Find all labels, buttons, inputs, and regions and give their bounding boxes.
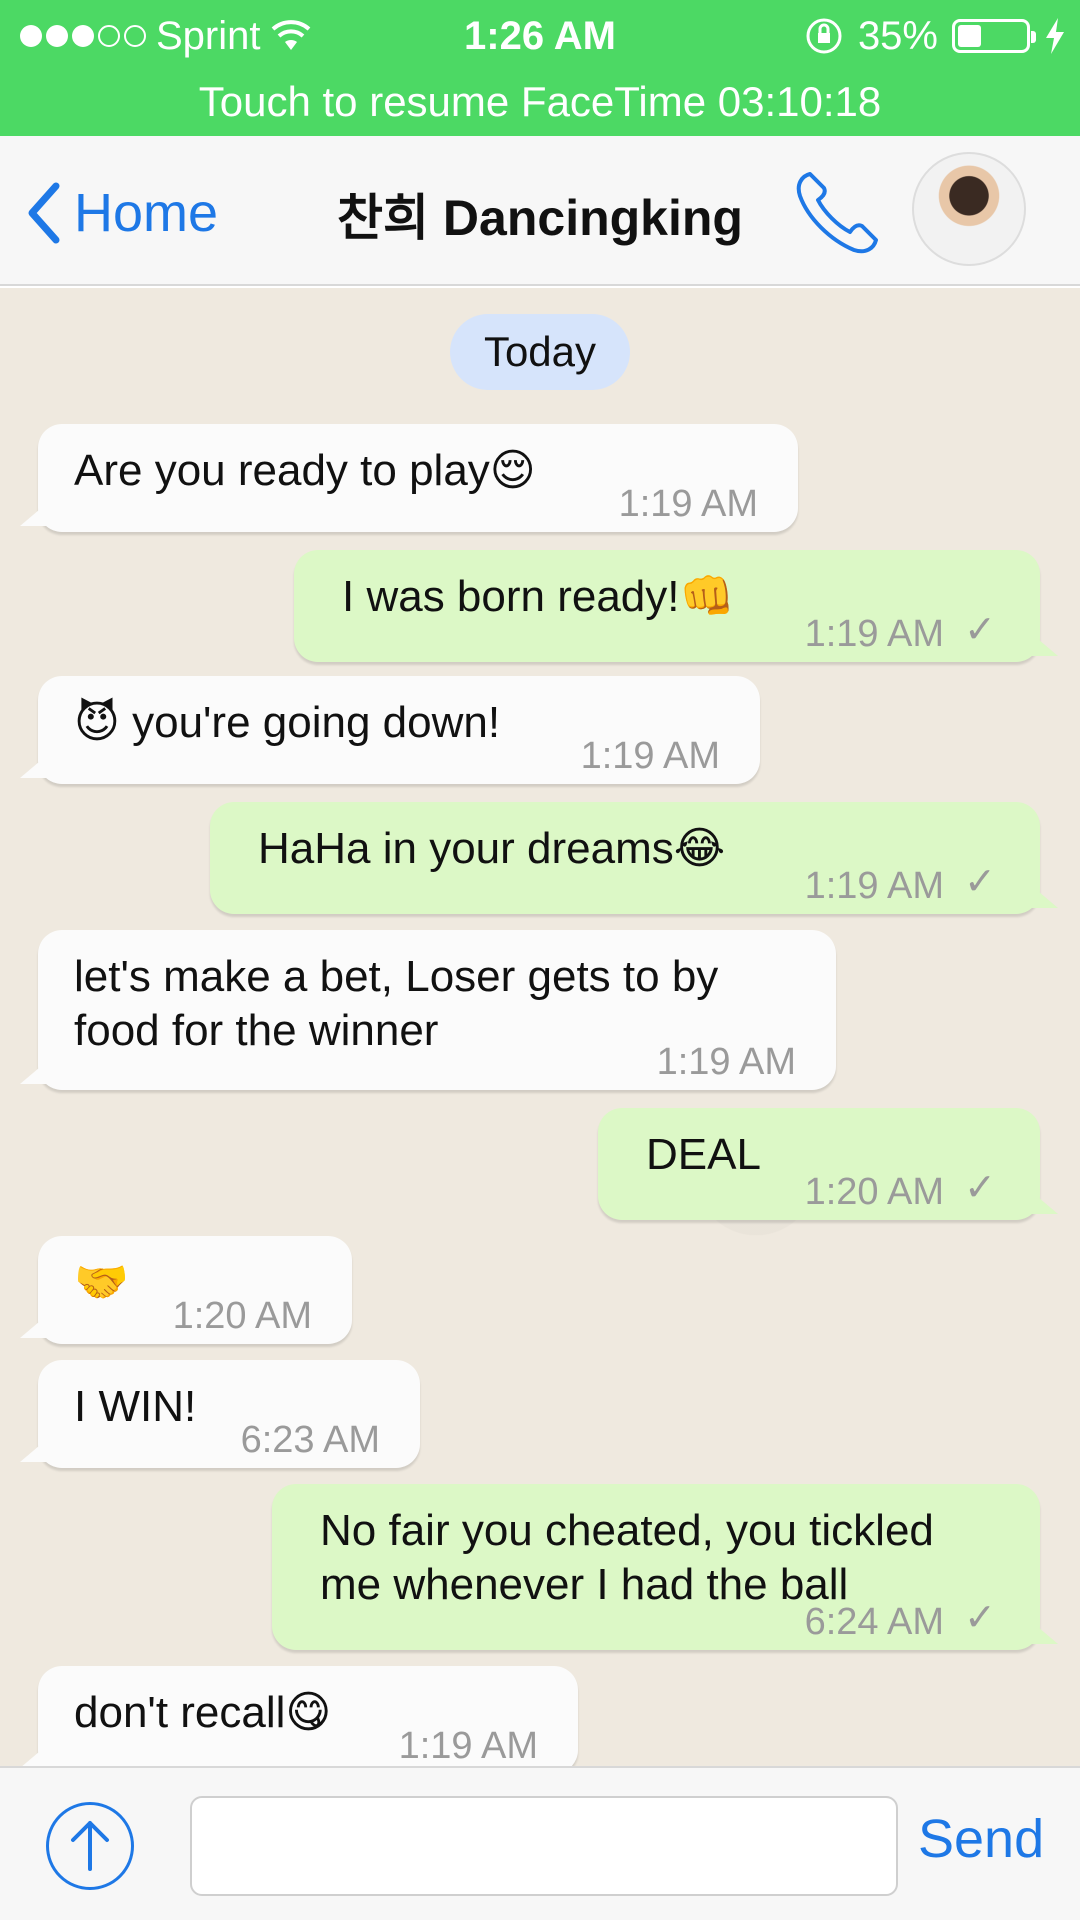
message-time: 1:19 AM [804,613,944,655]
status-bar: Sprint 1:26 AM 35% [0,0,1080,72]
read-check-icon: ✓ [964,609,996,651]
message-bubble[interactable]: 😈 you're going down! 1:19 AM [20,676,760,784]
message-bubble[interactable]: let's make a bet, Loser gets to by food … [20,930,836,1090]
battery-icon [952,19,1036,53]
phone-call-icon[interactable] [788,162,888,262]
message-bubble[interactable]: 🤝 1:20 AM [20,1236,352,1344]
send-button[interactable]: Send [918,1808,1044,1870]
charging-bolt-icon [1046,18,1064,54]
message-time: 1:19 AM [804,865,944,907]
chat-area[interactable]: Today Are you ready to play😌 1:19 AM I w… [0,288,1080,1766]
chat-title: 찬희 Dancingking [337,190,743,246]
date-separator: Today [450,314,630,390]
status-right-group: 35% [804,14,1066,58]
message-time: 1:19 AM [656,1041,796,1083]
facetime-resume-banner[interactable]: Touch to resume FaceTime 03:10:18 [0,72,1080,132]
composer-bar: Send [0,1766,1080,1920]
battery-percent: 35% [857,13,938,58]
read-check-icon: ✓ [964,1167,996,1209]
chevron-left-icon [28,182,60,244]
message-time: 1:20 AM [172,1295,312,1337]
message-bubble[interactable]: don't recall😋 1:19 AM [20,1666,578,1766]
message-bubble[interactable]: I was born ready!👊 1:19 AM ✓ [294,550,1058,662]
battery-fill [958,25,982,47]
message-bubble[interactable]: I WIN! 6:23 AM [20,1360,420,1468]
nav-bar: Home 찬희 Dancingking [0,136,1080,286]
status-bar-area: Sprint 1:26 AM 35% Touch to resume FaceT… [0,0,1080,136]
message-time: 1:19 AM [398,1725,538,1766]
contact-avatar[interactable] [912,152,1026,266]
message-bubble[interactable]: DEAL 1:20 AM ✓ [598,1108,1058,1220]
message-time: 6:24 AM [804,1601,944,1643]
message-bubble[interactable]: Are you ready to play😌 1:19 AM [20,424,798,532]
read-check-icon: ✓ [964,1597,996,1639]
read-check-icon: ✓ [964,861,996,903]
back-button[interactable]: Home [26,176,218,250]
message-time: 1:20 AM [804,1171,944,1213]
orientation-lock-icon [806,18,842,54]
back-label: Home [74,183,219,243]
upload-button[interactable] [46,1802,134,1890]
message-time: 6:23 AM [240,1419,380,1461]
arrow-up-icon [71,1821,109,1871]
message-bubble[interactable]: HaHa in your dreams😂 1:19 AM ✓ [210,802,1058,914]
message-bubble[interactable]: No fair you cheated, you tickled me when… [272,1484,1058,1650]
message-input[interactable] [190,1796,898,1896]
message-time: 1:19 AM [618,483,758,525]
message-time: 1:19 AM [580,735,720,777]
message-text: No fair you cheated, you tickled me when… [320,1506,934,1609]
